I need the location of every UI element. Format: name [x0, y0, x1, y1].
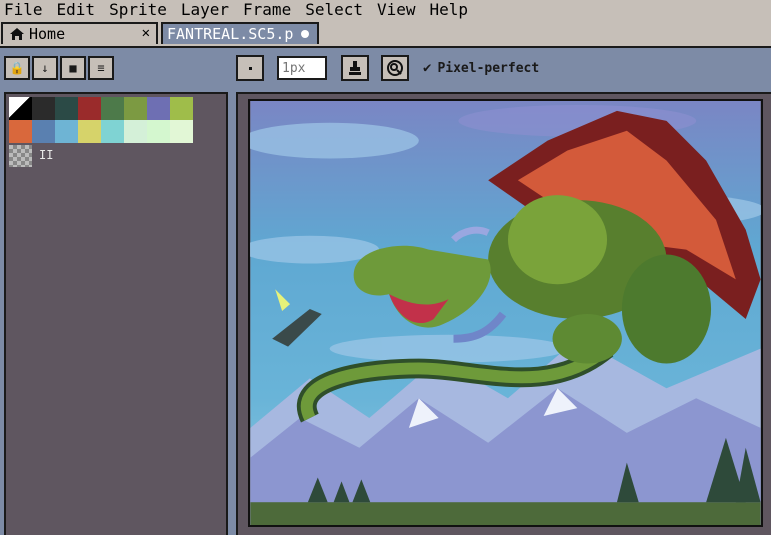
menu-edit[interactable]: Edit [50, 1, 103, 19]
lock-icon: 🔒 [9, 61, 25, 75]
menu-sprite[interactable]: Sprite [102, 1, 174, 19]
menubar: File Edit Sprite Layer Frame Select View Help [0, 0, 771, 20]
palette-swatch[interactable] [170, 120, 193, 143]
tab-file-label: FANTREAL.SC5.p [167, 25, 294, 43]
palette-swatch-selected[interactable] [9, 97, 32, 120]
canvas-area[interactable] [236, 92, 771, 535]
palette-swatch[interactable] [9, 120, 32, 143]
pressure-button[interactable] [381, 55, 409, 81]
unsaved-dot-icon[interactable] [301, 30, 309, 38]
pixel-perfect-option[interactable]: ✔ Pixel-perfect [423, 60, 539, 76]
down-arrow-button[interactable]: ↓ [32, 56, 58, 80]
square-icon: ■ [69, 61, 77, 75]
brush-shape-button[interactable] [236, 55, 264, 81]
dot-icon [248, 66, 252, 70]
palette-toolbar: 🔒 ↓ ■ ≡ [4, 56, 114, 80]
palette-swatch[interactable] [32, 120, 55, 143]
checkmark-icon[interactable]: ✔ [423, 60, 431, 76]
current-color-label: II [39, 148, 54, 162]
close-icon[interactable]: ✕ [142, 25, 150, 41]
stop-button[interactable]: ■ [60, 56, 86, 80]
down-arrow-icon: ↓ [41, 61, 49, 75]
menu-icon: ≡ [97, 61, 105, 75]
dragon-artwork[interactable] [248, 99, 763, 527]
palette-panel: II [4, 92, 228, 535]
lock-button[interactable]: 🔒 [4, 56, 30, 80]
palette-swatch[interactable] [147, 120, 170, 143]
pressure-icon [387, 60, 403, 76]
tab-file[interactable]: FANTREAL.SC5.p [161, 22, 319, 44]
palette-swatch[interactable] [78, 120, 101, 143]
context-bar: ✔ Pixel-perfect [236, 55, 539, 81]
ink-button[interactable] [341, 55, 369, 81]
menu-view[interactable]: View [370, 1, 423, 19]
menu-help[interactable]: Help [423, 1, 476, 19]
palette-swatches [9, 97, 193, 143]
tabbar: Home ✕ FANTREAL.SC5.p [0, 20, 771, 48]
palette-swatch[interactable] [124, 120, 147, 143]
workspace: 🔒 ↓ ■ ≡ ✔ Pixel-perfect II [0, 48, 771, 535]
brush-size-input[interactable] [277, 56, 327, 80]
palette-swatch[interactable] [78, 97, 101, 120]
pixel-perfect-label: Pixel-perfect [437, 60, 540, 76]
palette-swatch[interactable] [170, 97, 193, 120]
ink-stamp-icon [349, 61, 361, 75]
palette-swatch[interactable] [55, 97, 78, 120]
palette-swatch[interactable] [124, 97, 147, 120]
menu-file[interactable]: File [0, 1, 50, 19]
palette-swatch[interactable] [101, 97, 124, 120]
menu-select[interactable]: Select [298, 1, 370, 19]
home-icon [10, 28, 24, 40]
menu-layer[interactable]: Layer [174, 1, 236, 19]
menu-frame[interactable]: Frame [236, 1, 298, 19]
palette-swatch[interactable] [101, 120, 124, 143]
palette-swatch[interactable] [32, 97, 55, 120]
palette-swatch[interactable] [55, 120, 78, 143]
palette-swatch[interactable] [147, 97, 170, 120]
tab-home-label: Home [29, 25, 66, 43]
current-color-swatch[interactable] [9, 145, 32, 167]
menu-button[interactable]: ≡ [88, 56, 114, 80]
tab-home[interactable]: Home ✕ [1, 22, 158, 44]
